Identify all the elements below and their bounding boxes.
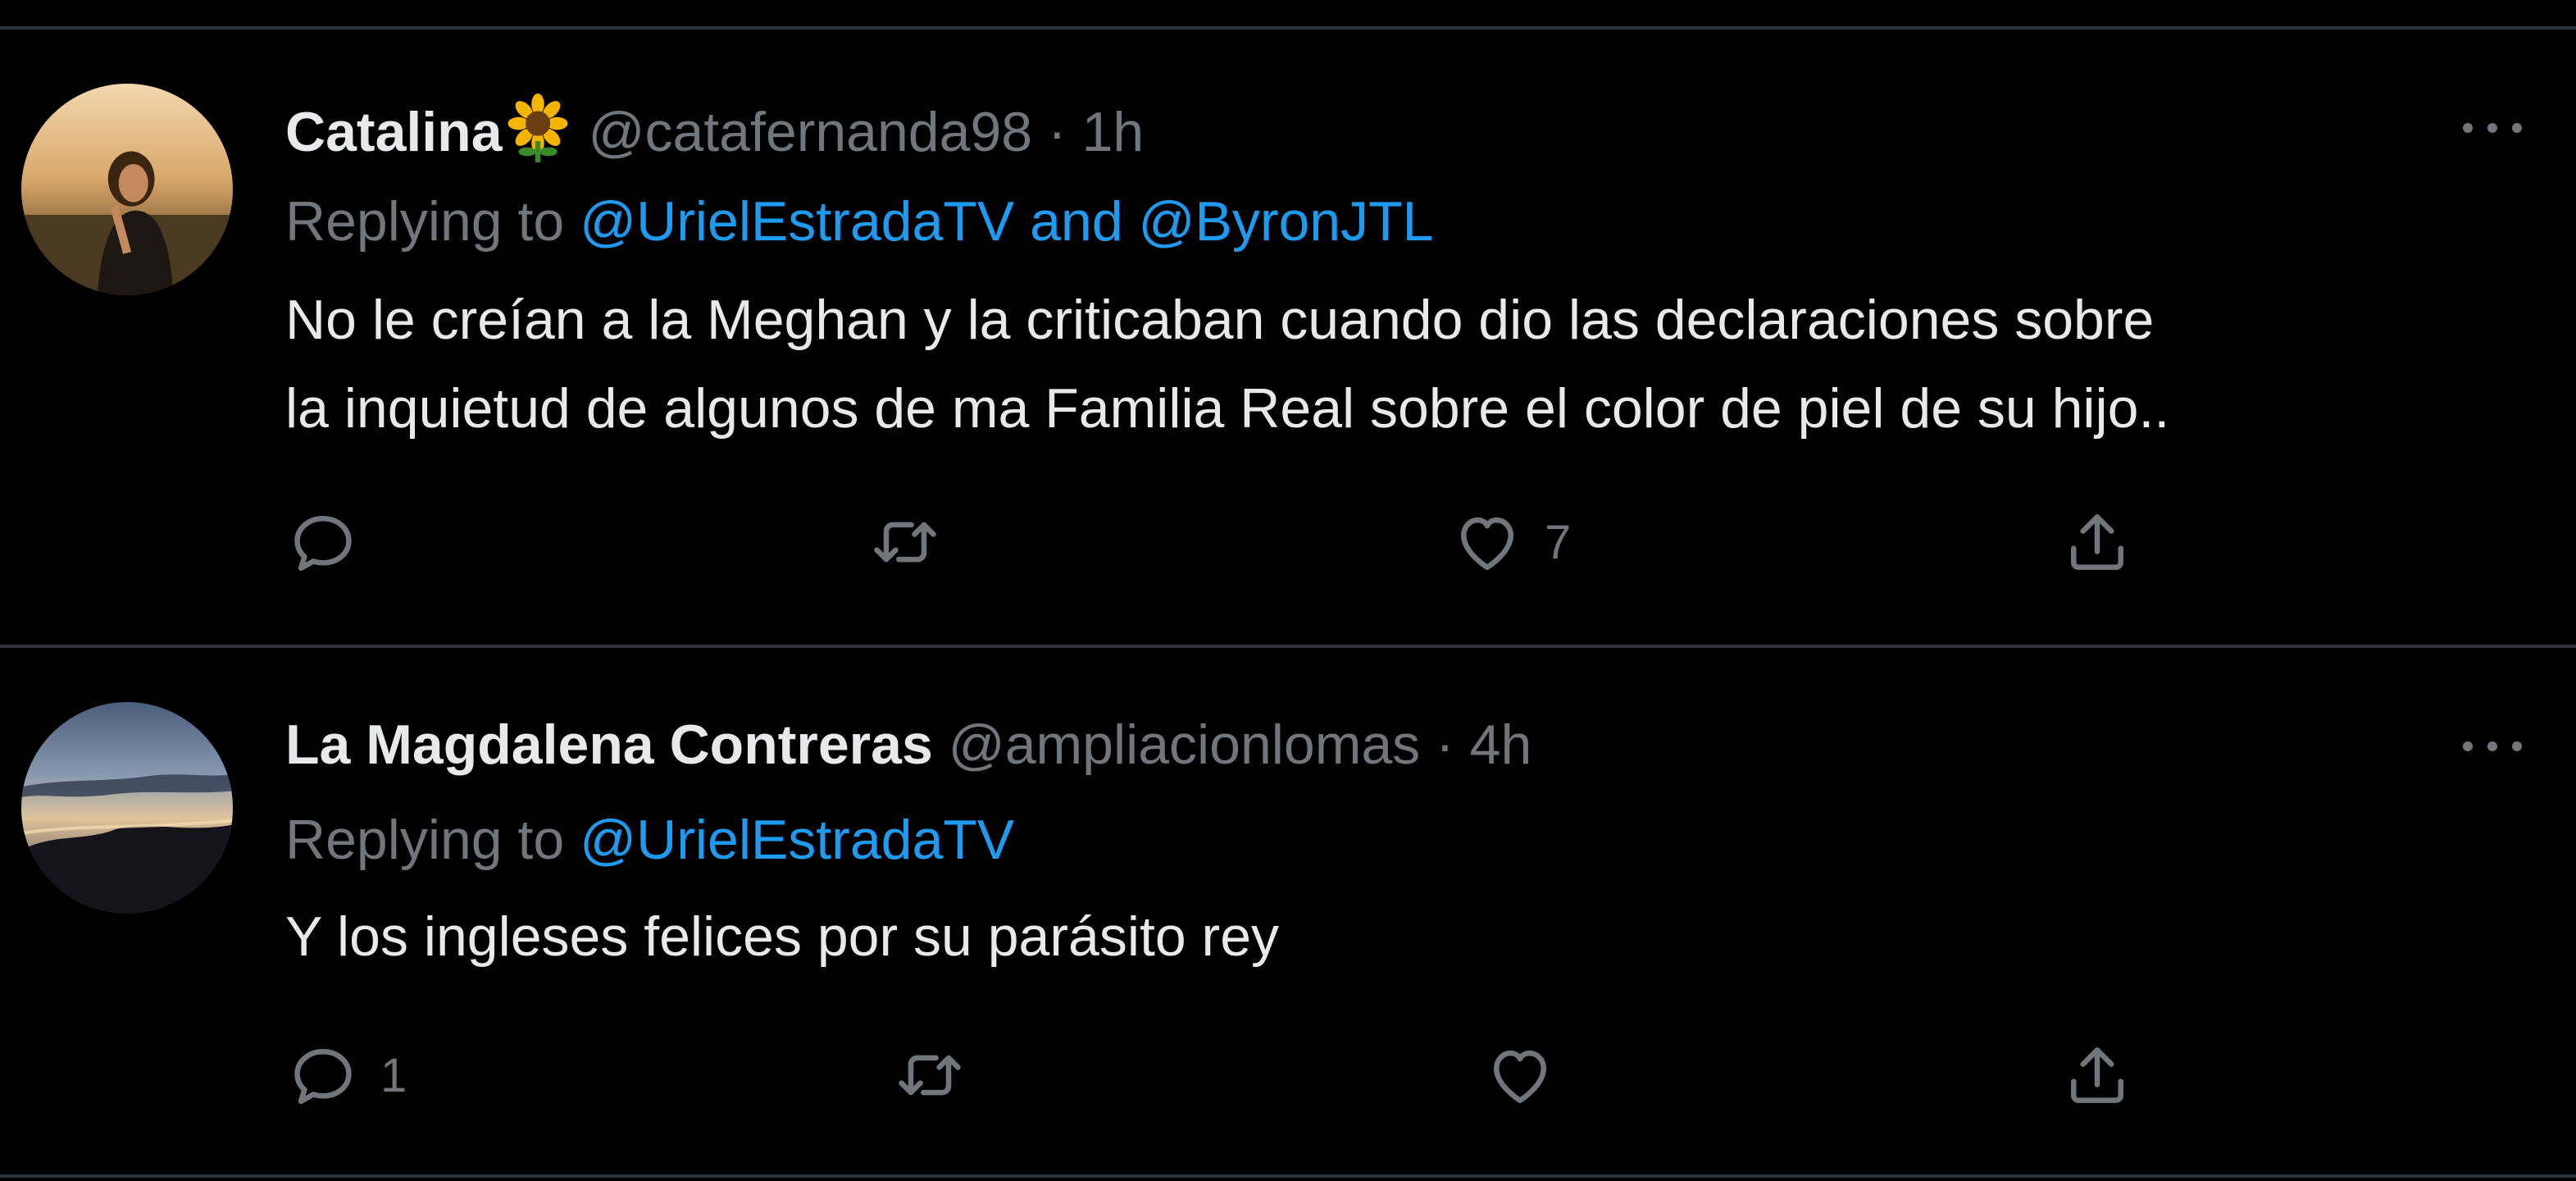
tweet-la-magdalena-contreras[interactable]: La Magdalena Contreras @ampliacionlomas … xyxy=(0,648,2576,1176)
share-button[interactable] xyxy=(2059,505,2135,579)
tweet-text: Y los ingleses felices por su parásito r… xyxy=(285,892,1279,981)
share-icon xyxy=(2070,514,2124,570)
replying-joiner: and xyxy=(1030,190,1123,253)
tweet-catalina[interactable]: Catalina @catafernanda98 · 1h Replying t… xyxy=(0,30,2576,646)
separator-dot: · xyxy=(1436,714,1454,776)
display-name[interactable]: La Magdalena Contreras xyxy=(285,714,933,776)
retweet-icon xyxy=(899,1055,961,1096)
like-button[interactable] xyxy=(1482,1038,1577,1112)
tweet-header: Catalina @catafernanda98 · 1h xyxy=(285,93,1144,165)
like-icon xyxy=(1460,517,1514,570)
retweet-icon xyxy=(874,522,936,563)
display-name[interactable]: Catalina xyxy=(285,101,503,163)
replying-to: Replying to @UrielEstradaTV xyxy=(285,807,1014,873)
reply-button[interactable]: 1 xyxy=(285,1038,407,1112)
tweet-text: No le creían a la Meghan y la criticaban… xyxy=(285,276,2169,453)
mention-link[interactable]: @UrielEstradaTV xyxy=(580,809,1014,871)
tweet-header: La Magdalena Contreras @ampliacionlomas … xyxy=(285,712,1531,777)
replying-prefix: Replying to xyxy=(285,809,565,871)
mention-link[interactable]: @UrielEstradaTV xyxy=(580,190,1014,253)
bottom-divider xyxy=(0,1174,2576,1178)
reply-icon xyxy=(294,515,352,572)
reply-count: 1 xyxy=(380,1048,407,1102)
user-handle[interactable]: @ampliacionlomas xyxy=(949,714,1420,776)
retweet-button[interactable] xyxy=(892,1038,987,1112)
like-icon xyxy=(1493,1050,1547,1103)
mention-link[interactable]: @ByronJTL xyxy=(1138,190,1433,253)
separator-dot: · xyxy=(1048,101,1067,163)
tweet-text-line: la inquietud de algunos de ma Familia Re… xyxy=(285,377,2170,440)
share-icon xyxy=(2070,1047,2124,1103)
retweet-button[interactable] xyxy=(867,505,963,579)
timestamp[interactable]: 1h xyxy=(1082,101,1145,163)
reply-button[interactable] xyxy=(285,505,380,579)
more-icon[interactable] xyxy=(2460,730,2525,763)
replying-prefix: Replying to xyxy=(285,190,565,253)
sunflower-emoji xyxy=(503,93,573,164)
avatar[interactable] xyxy=(21,702,233,914)
user-handle[interactable]: @catafernanda98 xyxy=(588,101,1032,163)
share-button[interactable] xyxy=(2059,1038,2135,1112)
replying-to: Replying to @UrielEstradaTV and @ByronJT… xyxy=(285,189,1433,254)
action-bar: 1 xyxy=(285,1038,2171,1112)
tweet-text-line: Y los ingleses felices por su parásito r… xyxy=(285,905,1280,968)
timestamp[interactable]: 4h xyxy=(1470,714,1532,776)
reply-icon xyxy=(294,1048,352,1105)
action-bar: 7 xyxy=(285,505,2171,579)
like-button[interactable]: 7 xyxy=(1450,505,1571,579)
tweet-text-line: No le creían a la Meghan y la criticaban… xyxy=(285,289,2155,351)
more-icon[interactable] xyxy=(2460,112,2525,144)
avatar[interactable] xyxy=(21,84,233,295)
like-count: 7 xyxy=(1545,515,1572,569)
